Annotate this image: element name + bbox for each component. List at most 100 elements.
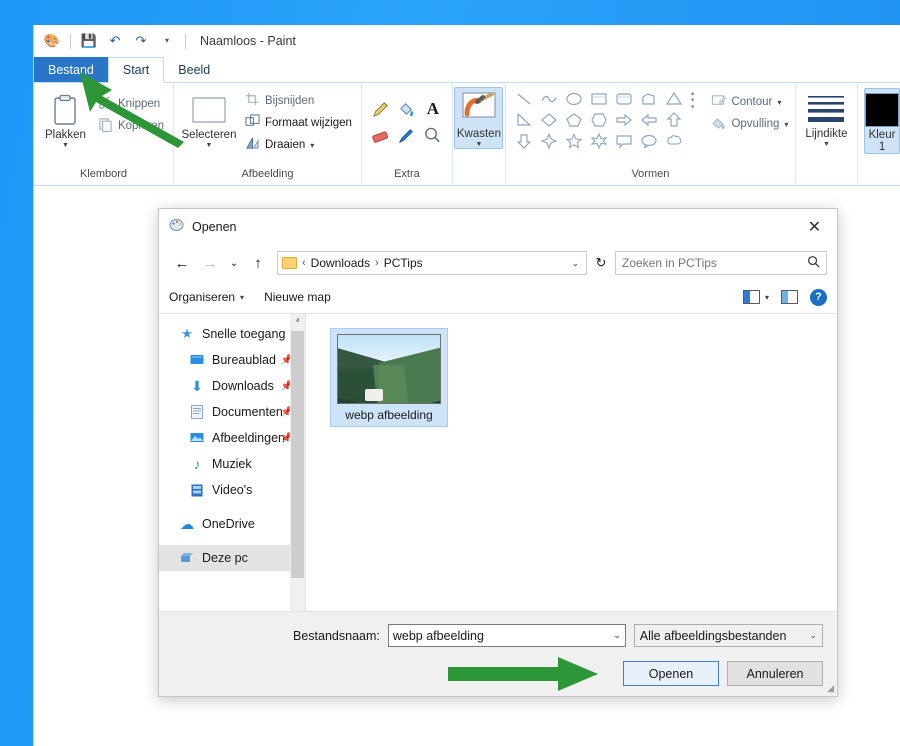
undo-icon[interactable]: ↶ [105, 31, 125, 51]
sidebar-item-downloads[interactable]: ⬇ Downloads 📌 [159, 373, 305, 399]
back-button[interactable]: ← [169, 250, 195, 276]
sidebar-item-onedrive[interactable]: ☁ OneDrive [159, 511, 305, 537]
tab-beeld[interactable]: Beeld [164, 57, 224, 82]
tab-bestand[interactable]: Bestand [34, 57, 108, 82]
help-icon[interactable]: ? [810, 289, 827, 306]
select-button[interactable]: Selecteren ▼ [180, 89, 238, 149]
fill-icon[interactable] [394, 96, 420, 122]
right-triangle-shape[interactable] [512, 109, 537, 130]
chevron-down-icon[interactable]: ▼ [62, 142, 69, 149]
organize-button[interactable]: Organiseren ▾ [169, 290, 244, 304]
sidebar-item-bureaublad[interactable]: Bureaublad 📌 [159, 347, 305, 373]
paste-button[interactable]: Plakken ▼ [40, 89, 91, 149]
recent-locations-button[interactable]: ⌄ [225, 250, 243, 276]
left-arrow-shape[interactable] [637, 109, 662, 130]
scroll-up-button[interactable]: ⱏ [290, 314, 305, 329]
hexagon-shape[interactable] [587, 109, 612, 130]
fill-button[interactable]: Opvulling ▾ [708, 113, 791, 135]
resize-grip[interactable]: ◢ [827, 683, 834, 694]
refresh-button[interactable]: ↻ [589, 255, 613, 271]
outline-button[interactable]: Contour ▾ [708, 91, 791, 113]
chevron-down-icon[interactable]: ▾ [691, 97, 695, 104]
six-point-star-shape[interactable] [587, 130, 612, 151]
scroll-down-button[interactable]: ⱟ [290, 596, 305, 611]
down-arrow-shape[interactable] [512, 130, 537, 151]
chevron-down-icon[interactable]: ▾ [777, 98, 781, 107]
customize-qat-icon[interactable]: ▾ [157, 31, 177, 51]
divider [185, 33, 186, 49]
polygon-shape[interactable] [637, 88, 662, 109]
color-picker-icon[interactable] [394, 122, 420, 148]
pentagon-shape[interactable] [562, 109, 587, 130]
four-point-star-shape[interactable] [537, 130, 562, 151]
view-layout-button[interactable]: ▾ [743, 290, 769, 304]
pencil-icon[interactable] [368, 96, 394, 122]
chevron-down-icon[interactable]: ▾ [784, 120, 788, 129]
sidebar-item-documenten[interactable]: Documenten 📌 [159, 399, 305, 425]
color1-button[interactable]: Kleur 1 [864, 88, 900, 154]
file-list-view[interactable]: webp afbeelding [306, 314, 837, 611]
navigation-pane-scrollbar[interactable]: ⱏ ⱟ [290, 314, 305, 611]
scrollbar-track[interactable] [290, 329, 305, 596]
preview-pane-icon[interactable] [781, 290, 798, 304]
breadcrumb-item-downloads[interactable]: Downloads [311, 256, 370, 270]
sidebar-item-afbeeldingen[interactable]: Afbeeldingen 📌 [159, 425, 305, 451]
resize-button[interactable]: Formaat wijzigen [242, 112, 355, 134]
paint-logo-icon [169, 217, 185, 238]
right-arrow-shape[interactable] [612, 109, 637, 130]
eraser-icon[interactable] [368, 122, 394, 148]
tab-start[interactable]: Start [108, 57, 164, 83]
curve-shape[interactable] [537, 88, 562, 109]
shapes-scroll-buttons[interactable]: ▴ ▾ ▾ [691, 88, 695, 113]
filetype-select[interactable]: Alle afbeeldingsbestanden ⌄ [634, 624, 823, 647]
search-input[interactable]: Zoeken in PCTips [615, 251, 827, 275]
chevron-down-icon[interactable]: ⌄ [809, 630, 817, 641]
crop-button[interactable]: Bijsnijden [242, 90, 355, 112]
download-icon: ⬇ [189, 378, 205, 395]
rounded-callout-shape[interactable] [612, 130, 637, 151]
diamond-shape[interactable] [537, 109, 562, 130]
chevron-up-icon[interactable]: ▴ [691, 90, 695, 97]
text-icon[interactable]: A [420, 96, 446, 122]
breadcrumb[interactable]: ‹ Downloads › PCTips ⌄ [277, 251, 587, 275]
line-shape[interactable] [512, 88, 537, 109]
shapes-expand-icon[interactable]: ▾ [691, 104, 695, 111]
chevron-down-icon[interactable]: ▼ [475, 141, 482, 148]
list-item[interactable]: webp afbeelding [330, 328, 448, 427]
rotate-button[interactable]: Draaien ▾ [242, 134, 355, 156]
open-button[interactable]: Openen [623, 661, 719, 686]
filename-input[interactable]: webp afbeelding ⌄ [388, 624, 626, 647]
five-point-star-shape[interactable] [562, 130, 587, 151]
chevron-down-icon[interactable]: ▼ [823, 141, 830, 148]
up-arrow-shape[interactable] [662, 109, 687, 130]
save-icon[interactable]: 💾 [79, 31, 99, 51]
sidebar-item-videos[interactable]: Video's [159, 477, 305, 503]
new-folder-button[interactable]: Nieuwe map [264, 290, 331, 304]
sidebar-item-snelle-toegang[interactable]: ★ Snelle toegang [159, 321, 305, 347]
cancel-button[interactable]: Annuleren [727, 661, 823, 686]
rounded-rectangle-shape[interactable] [612, 88, 637, 109]
copy-button[interactable]: Kopiëren [95, 115, 167, 137]
redo-icon[interactable]: ↷ [131, 31, 151, 51]
forward-button[interactable]: → [197, 250, 223, 276]
magnifier-icon[interactable] [420, 122, 446, 148]
chevron-down-icon[interactable]: ▾ [310, 141, 314, 150]
sidebar-item-muziek[interactable]: ♪ Muziek [159, 451, 305, 477]
cut-button[interactable]: Knippen [95, 93, 167, 115]
line-width-button[interactable]: Lijndikte ▼ [798, 88, 854, 148]
chevron-down-icon[interactable]: ⌄ [571, 258, 582, 269]
sidebar-item-deze-pc[interactable]: Deze pc [159, 545, 305, 571]
brushes-button[interactable]: Kwasten ▼ [454, 87, 503, 149]
cloud-callout-shape[interactable] [662, 130, 687, 151]
rectangle-shape[interactable] [587, 88, 612, 109]
close-icon[interactable]: ✕ [792, 212, 837, 242]
breadcrumb-item-pctips[interactable]: PCTips [384, 256, 423, 270]
oval-shape[interactable] [562, 88, 587, 109]
chevron-down-icon[interactable]: ▼ [206, 142, 213, 149]
shapes-grid[interactable] [512, 88, 687, 151]
oval-callout-shape[interactable] [637, 130, 662, 151]
triangle-shape[interactable] [662, 88, 687, 109]
up-button[interactable]: ↑ [245, 250, 271, 276]
chevron-down-icon[interactable]: ⌄ [613, 630, 621, 641]
scrollbar-thumb[interactable] [291, 331, 304, 578]
